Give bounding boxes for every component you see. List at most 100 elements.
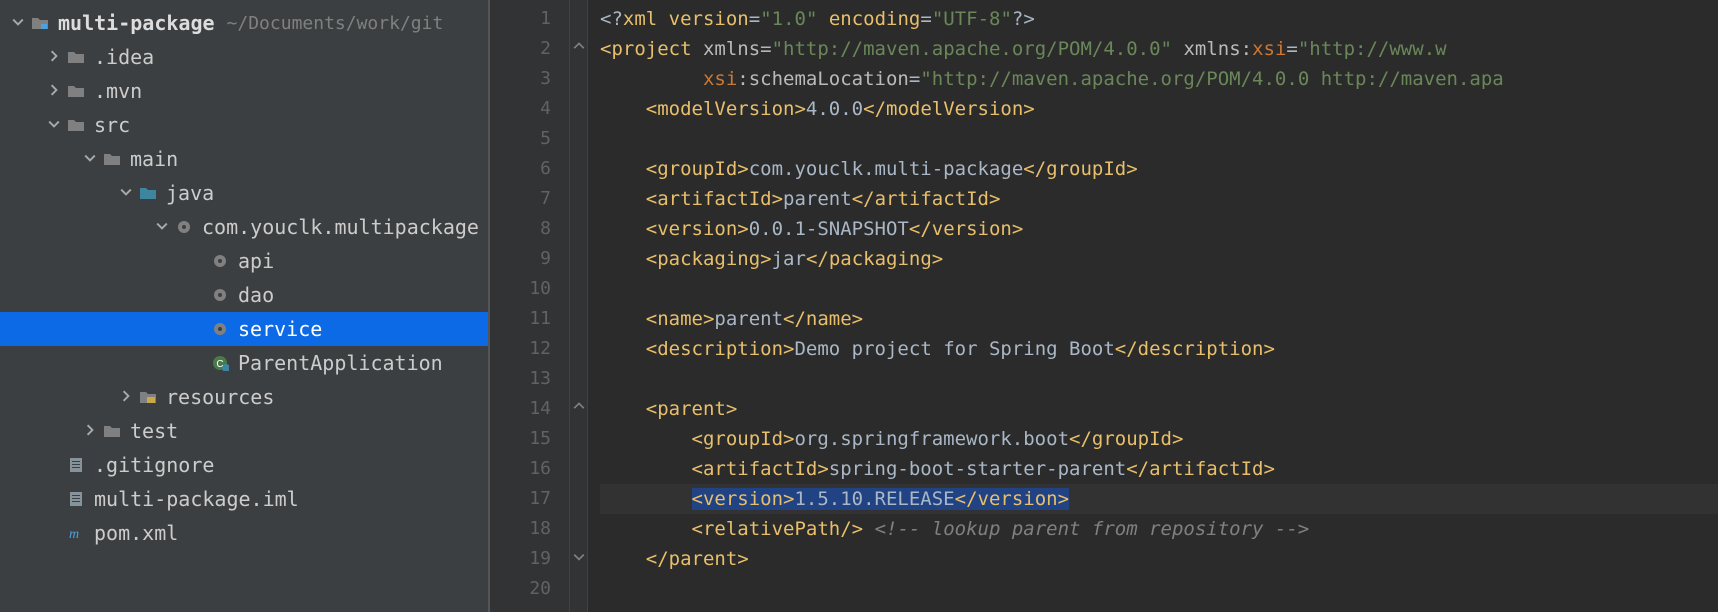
code-token: "UTF-8" [932, 8, 1012, 30]
code-token: ?> [1012, 8, 1035, 30]
code-token: = [920, 8, 931, 30]
class-icon: C [210, 353, 230, 373]
line-number: 3 [490, 64, 551, 94]
code-token: </name> [783, 308, 863, 330]
code-line[interactable]: <version>1.5.10.RELEASE</version> [600, 484, 1718, 514]
tree-node-com-youclk-multipackage[interactable]: com.youclk.multipackage [0, 210, 488, 244]
code-line[interactable]: <project xmlns="http://maven.apache.org/… [600, 34, 1718, 64]
tree-node-java[interactable]: java [0, 176, 488, 210]
code-line[interactable] [600, 274, 1718, 304]
code-token: jar [772, 248, 806, 270]
code-token [817, 8, 828, 30]
tree-node-parentapplication[interactable]: CParentApplication [0, 346, 488, 380]
line-number: 9 [490, 244, 551, 274]
code-line[interactable]: <artifactId>spring-boot-starter-parent</… [600, 454, 1718, 484]
code-token: com.youclk.multi-package [749, 158, 1024, 180]
fold-close-icon[interactable] [570, 544, 587, 574]
fold-open-icon[interactable] [570, 34, 587, 64]
code-line[interactable]: <artifactId>parent</artifactId> [600, 184, 1718, 214]
code-line[interactable]: <name>parent</name> [600, 304, 1718, 334]
fold-column[interactable] [570, 0, 588, 612]
chevron-right-icon[interactable] [48, 84, 62, 98]
code-token: </modelVersion> [863, 98, 1035, 120]
code-line[interactable]: <?xml version="1.0" encoding="UTF-8"?> [600, 4, 1718, 34]
chevron-down-icon[interactable] [12, 16, 26, 30]
code-token [600, 428, 692, 450]
code-token: <project [600, 38, 703, 60]
code-token: </version> [955, 488, 1069, 510]
fold-open-icon[interactable] [570, 394, 587, 424]
package-icon [210, 285, 230, 305]
code-line[interactable]: <description>Demo project for Spring Boo… [600, 334, 1718, 364]
chevron-placeholder [192, 288, 206, 302]
chevron-down-icon[interactable] [156, 220, 170, 234]
tree-node-test[interactable]: test [0, 414, 488, 448]
code-token: </artifactId> [1126, 458, 1275, 480]
code-token: <name> [646, 308, 715, 330]
code-token: xmlns [703, 38, 760, 60]
chevron-right-icon[interactable] [84, 424, 98, 438]
code-token: <? [600, 8, 623, 30]
tree-node--idea[interactable]: .idea [0, 40, 488, 74]
line-number: 18 [490, 514, 551, 544]
line-number: 16 [490, 454, 551, 484]
tree-node-label: .mvn [94, 79, 142, 103]
code-area[interactable]: <?xml version="1.0" encoding="UTF-8"?><p… [588, 0, 1718, 612]
code-line[interactable]: <relativePath/> <!-- lookup parent from … [600, 514, 1718, 544]
chevron-right-icon[interactable] [48, 50, 62, 64]
tree-node-src[interactable]: src [0, 108, 488, 142]
tree-node--gitignore[interactable]: .gitignore [0, 448, 488, 482]
code-line[interactable]: <modelVersion>4.0.0</modelVersion> [600, 94, 1718, 124]
code-token: <relativePath/> [692, 518, 864, 540]
tree-node-dao[interactable]: dao [0, 278, 488, 312]
tree-node-api[interactable]: api [0, 244, 488, 278]
tree-node-service[interactable]: service [0, 312, 488, 346]
tree-node-pom-xml[interactable]: mpom.xml [0, 516, 488, 550]
fold-empty [570, 244, 587, 274]
code-token: <artifactId> [692, 458, 829, 480]
tree-node-multi-package-iml[interactable]: multi-package.iml [0, 482, 488, 516]
line-number: 4 [490, 94, 551, 124]
code-token [600, 338, 646, 360]
chevron-placeholder [192, 322, 206, 336]
code-token: = [1286, 38, 1297, 60]
tree-node-resources[interactable]: resources [0, 380, 488, 414]
code-line[interactable]: <groupId>com.youclk.multi-package</group… [600, 154, 1718, 184]
code-line[interactable] [600, 574, 1718, 604]
code-line[interactable]: <groupId>org.springframework.boot</group… [600, 424, 1718, 454]
code-line[interactable]: xsi:schemaLocation="http://maven.apache.… [600, 64, 1718, 94]
package-icon [210, 251, 230, 271]
code-line[interactable] [600, 124, 1718, 154]
code-token: "1.0" [760, 8, 817, 30]
line-number: 7 [490, 184, 551, 214]
folder-icon [102, 421, 122, 441]
code-line[interactable]: <version>0.0.1-SNAPSHOT</version> [600, 214, 1718, 244]
file-icon [66, 455, 86, 475]
tree-node--mvn[interactable]: .mvn [0, 74, 488, 108]
code-token: <artifactId> [646, 188, 783, 210]
tree-node-main[interactable]: main [0, 142, 488, 176]
code-line[interactable] [600, 364, 1718, 394]
code-line[interactable]: <parent> [600, 394, 1718, 424]
fold-empty [570, 184, 587, 214]
line-number: 10 [490, 274, 551, 304]
code-line[interactable]: </parent> [600, 544, 1718, 574]
chevron-down-icon[interactable] [120, 186, 134, 200]
line-number: 19 [490, 544, 551, 574]
code-token [600, 68, 703, 90]
code-token: </version> [909, 218, 1023, 240]
project-tree[interactable]: multi-package~/Documents/work/git.idea .m… [0, 0, 490, 612]
code-token: </groupId> [1023, 158, 1137, 180]
chevron-down-icon[interactable] [84, 152, 98, 166]
tree-node-label: multi-package [58, 11, 215, 35]
code-token: <!-- lookup parent from repository --> [875, 518, 1310, 540]
code-token: = [909, 68, 920, 90]
code-line[interactable]: <packaging>jar</packaging> [600, 244, 1718, 274]
chevron-down-icon[interactable] [48, 118, 62, 132]
chevron-right-icon[interactable] [120, 390, 134, 404]
code-editor[interactable]: 1234567891011121314151617181920 <?xml ve… [490, 0, 1718, 612]
line-number: 12 [490, 334, 551, 364]
line-number: 17 [490, 484, 551, 514]
line-number: 1 [490, 4, 551, 34]
tree-node-multi-package[interactable]: multi-package~/Documents/work/git [0, 6, 488, 40]
